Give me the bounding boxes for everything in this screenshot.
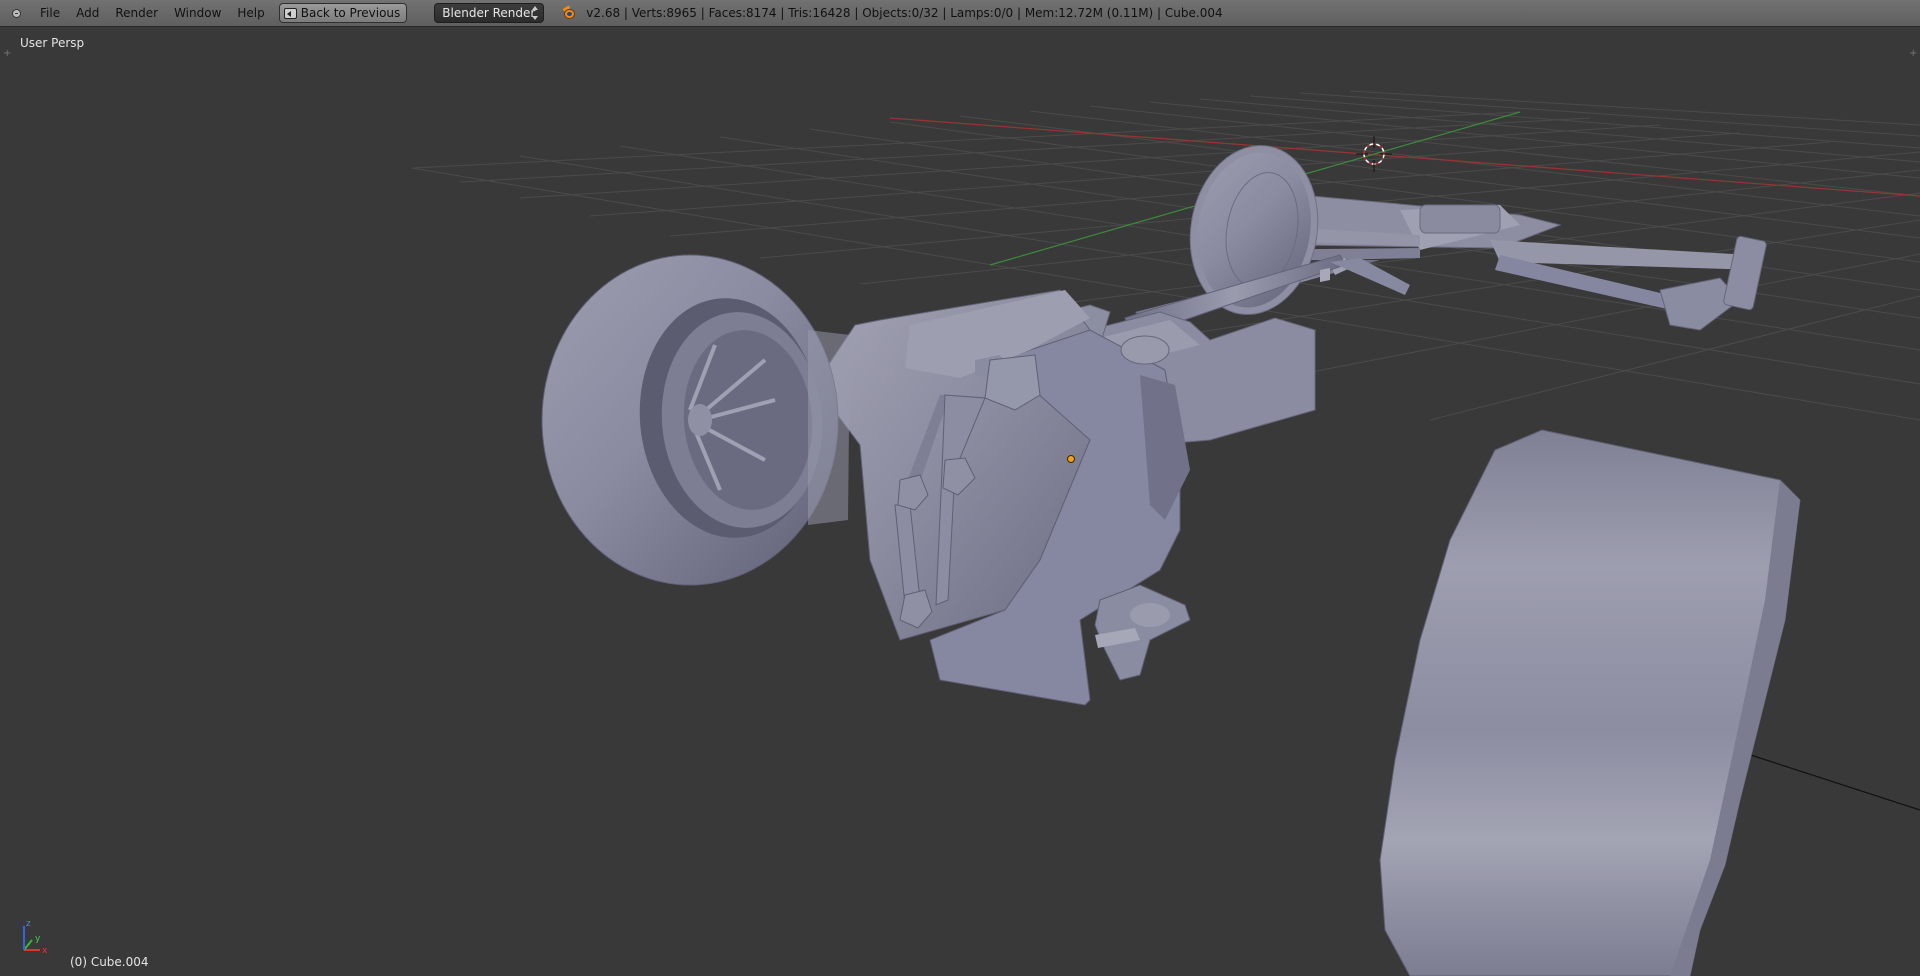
engine-block-mesh[interactable] [814,289,1316,706]
region-expand-right-icon[interactable]: + [1909,49,1917,59]
front-left-wheel-mesh[interactable] [541,254,850,586]
menu-render[interactable]: Render [107,0,166,27]
render-engine-select[interactable]: Blender Render [434,3,545,23]
back-to-previous-button[interactable]: Back to Previous [278,3,408,23]
axis-gizmo-y-label: y [35,934,41,944]
select-arrows-icon [531,6,538,20]
menu-window[interactable]: Window [166,0,229,27]
view-label: User Persp [20,36,85,50]
menu-add[interactable]: Add [68,0,107,27]
active-object-label: (0) Cube.004 [70,955,149,969]
3d-viewport[interactable]: User Persp + + x y z (0) Cube.004 [0,28,1920,976]
editor-type-info-icon [11,8,21,18]
render-engine-value: Blender Render [442,6,536,20]
back-to-previous-label: Back to Previous [300,6,401,20]
front-right-wheel-mesh[interactable] [1379,429,1801,976]
editor-type-button[interactable] [6,3,26,23]
back-arrow-icon [283,7,297,19]
region-expand-left-icon[interactable]: + [3,49,11,59]
scene-stats: v2.68 | Verts:8965 | Faces:8174 | Tris:1… [586,6,1223,20]
menu-help[interactable]: Help [229,0,272,27]
x-axis-line [889,117,1920,197]
axis-gizmo-x-label: x [42,946,48,956]
menu-file[interactable]: File [32,0,68,27]
blender-logo-icon [562,5,578,21]
info-header: File Add Render Window Help Back to Prev… [0,0,1920,27]
axis-gizmo: x y z [23,919,48,956]
object-origin-icon [1067,455,1075,463]
viewport-scene[interactable] [0,28,1920,976]
axis-gizmo-z-label: z [26,919,31,929]
